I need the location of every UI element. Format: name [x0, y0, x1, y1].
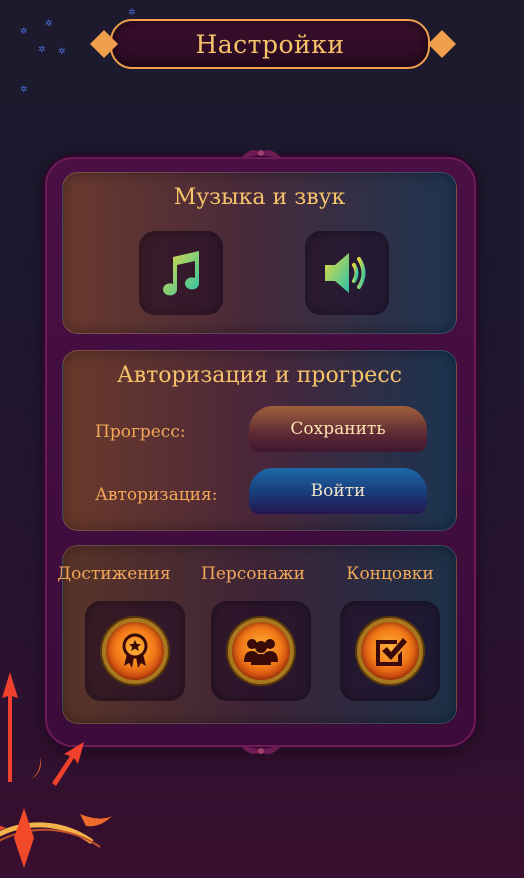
music-note-icon	[163, 251, 200, 296]
audio-card: Музыка и звук	[62, 172, 457, 334]
star-decoration: ✲	[45, 19, 53, 29]
award-badge-icon	[122, 633, 148, 668]
star-decoration: ✲	[20, 85, 28, 95]
sound-toggle-button[interactable]	[305, 231, 389, 315]
audio-card-title: Музыка и звук	[173, 185, 346, 210]
star-decoration: ✲	[128, 8, 136, 18]
music-toggle-button[interactable]	[139, 231, 223, 315]
checkbox-check-icon	[376, 638, 407, 666]
characters-medal	[228, 618, 294, 684]
banner-tip-right	[428, 30, 456, 58]
progress-label: Прогресс:	[95, 422, 186, 442]
page-title: Настройки	[195, 29, 345, 59]
speaker-icon	[325, 253, 366, 293]
endings-medal	[357, 618, 423, 684]
people-group-icon	[244, 639, 278, 665]
auth-card: Авторизация и прогресс Прогресс: Сохрани…	[62, 350, 457, 531]
auth-card-title: Авторизация и прогресс	[117, 363, 402, 388]
save-button[interactable]: Сохранить	[249, 406, 427, 452]
panel-ornament-bottom	[241, 746, 281, 754]
star-decoration: ✲	[20, 27, 28, 37]
star-decoration: ✲	[38, 45, 46, 55]
compass-decoration	[0, 672, 112, 868]
endings-label: Концовки	[346, 564, 434, 584]
endings-button[interactable]	[340, 601, 440, 701]
extras-card: Достижения Персонажи Концовки	[57, 545, 457, 724]
panel-ornament-top	[241, 150, 281, 158]
star-decoration: ✲	[58, 47, 66, 57]
title-banner: Настройки	[90, 19, 456, 73]
characters-label: Персонажи	[201, 564, 305, 584]
achievements-label: Достижения	[57, 564, 171, 584]
characters-button[interactable]	[211, 601, 311, 701]
auth-label: Авторизация:	[95, 485, 218, 505]
login-button[interactable]: Войти	[249, 468, 427, 514]
